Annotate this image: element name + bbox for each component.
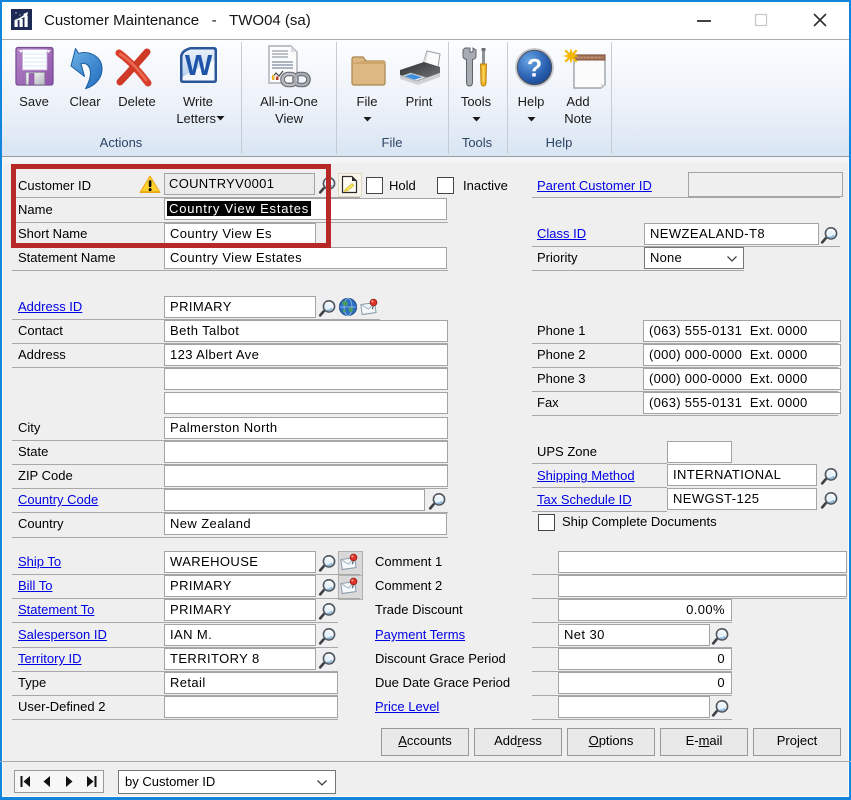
svg-text:?: ? (527, 55, 542, 83)
svg-text:W: W (185, 50, 213, 82)
